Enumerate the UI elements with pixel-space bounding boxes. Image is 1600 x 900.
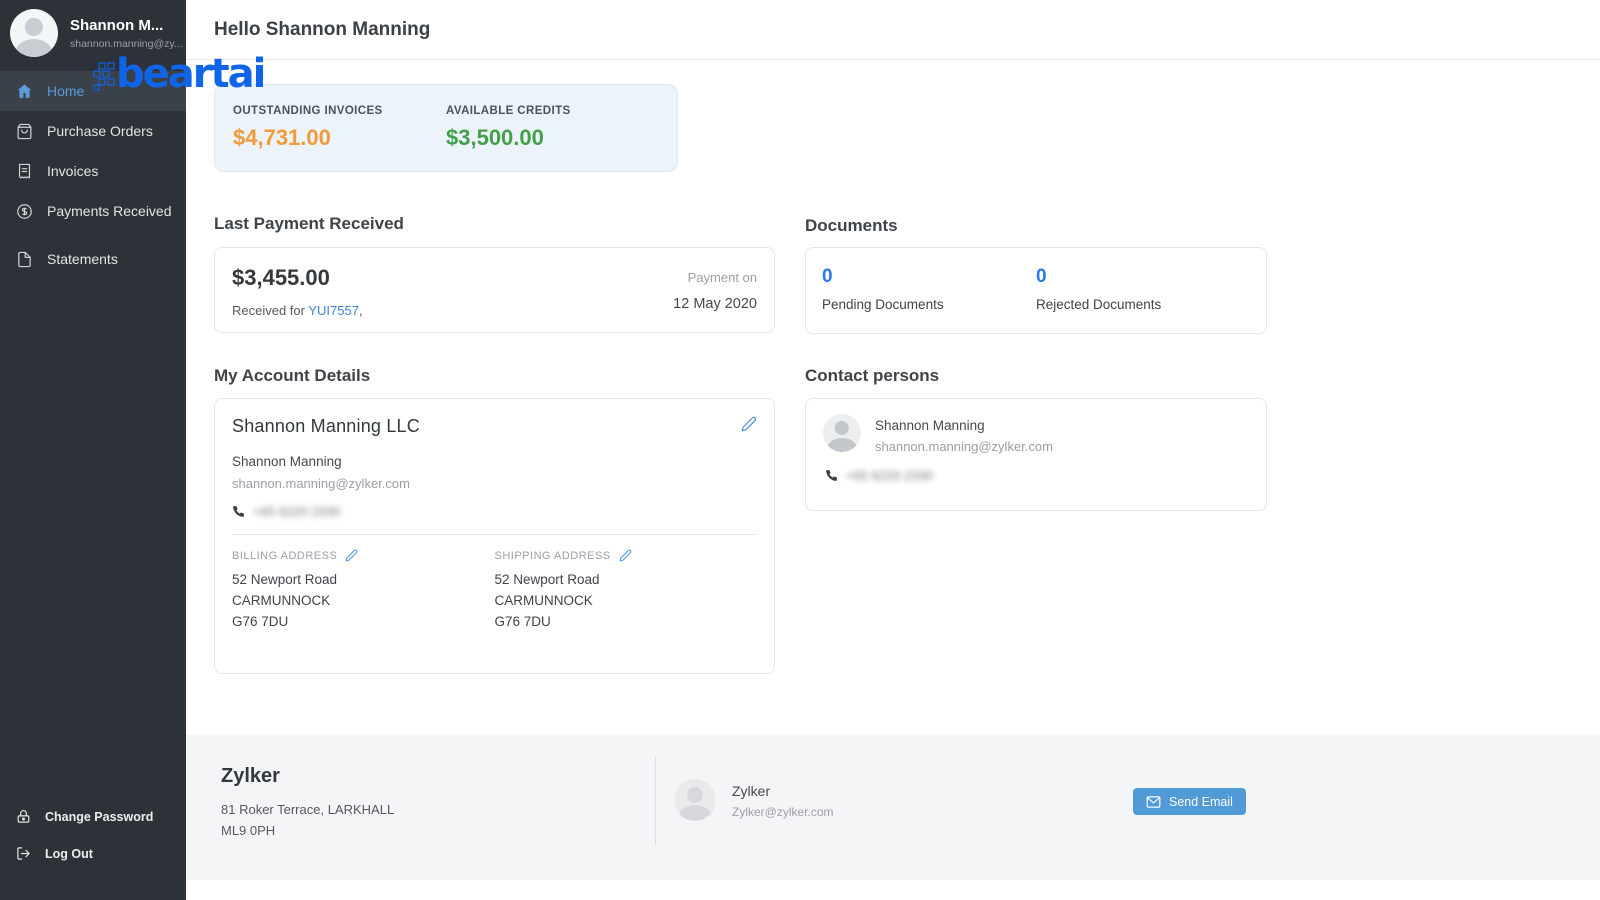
statements-file-icon (18, 251, 31, 267)
received-for-text: Received for (232, 303, 309, 318)
account-company-name: Shannon Manning LLC (232, 416, 420, 436)
billing-address-label: BILLING ADDRESS (232, 549, 338, 562)
divider (655, 757, 656, 845)
payment-reference-link[interactable]: YUI7557 (308, 303, 359, 318)
shipping-address-line: CARMUNNOCK (494, 592, 593, 608)
shipping-address-line: G76 7DU (494, 613, 551, 629)
received-for-suffix: , (358, 303, 363, 318)
profile-email: shannon.manning@zy... (70, 37, 183, 50)
profile-name: Shannon M... (70, 16, 164, 34)
customer-portal-page: Shannon M... shannon.manning@zy... Home … (0, 0, 1600, 900)
contact-phone-blurred: +65 6220 2330 (846, 468, 934, 483)
contact-person-email: shannon.manning@zylker.com (875, 439, 1053, 454)
payment-on-label: Payment on (687, 270, 757, 285)
rejected-documents-count[interactable]: 0 (1036, 266, 1250, 288)
logout-icon (17, 847, 30, 860)
sidebar-bottom: Change Password Log Out (0, 798, 186, 872)
org-contact-email: Zylker@zylker.com (732, 805, 834, 819)
edit-billing-pencil-icon[interactable] (345, 549, 358, 562)
sidebar: Shannon M... shannon.manning@zy... Home … (0, 0, 186, 900)
pending-documents-stat: 0 Pending Documents (822, 266, 1036, 315)
sidebar-item-label: Invoices (47, 163, 99, 179)
send-email-button[interactable]: Send Email (1133, 788, 1246, 815)
log-out-button[interactable]: Log Out (0, 835, 186, 872)
page-title: Hello Shannon Manning (214, 18, 431, 40)
user-avatar-icon (10, 9, 58, 57)
change-password-label: Change Password (45, 809, 154, 824)
org-avatar-icon (674, 779, 716, 821)
outstanding-invoices-value: $4,731.00 (233, 125, 331, 150)
sidebar-item-label: Statements (47, 251, 118, 267)
shipping-address-label: SHIPPING ADDRESS (494, 549, 611, 562)
account-section-title: My Account Details (214, 366, 371, 385)
sidebar-item-label: Payments Received (47, 203, 172, 219)
invoices-receipt-icon (18, 163, 31, 178)
contact-persons-card: Shannon Manning shannon.manning@zylker.c… (805, 398, 1267, 511)
edit-account-pencil-icon[interactable] (741, 416, 757, 432)
account-details-card: Shannon Manning LLC Shannon Manning shan… (214, 398, 775, 674)
payments-dollar-icon (17, 203, 32, 219)
sidebar-item-label: Home (47, 83, 85, 99)
pending-documents-count[interactable]: 0 (822, 266, 1036, 288)
phone-icon (826, 470, 837, 481)
log-out-label: Log Out (45, 846, 93, 861)
billing-address-line: G76 7DU (232, 613, 289, 629)
account-phone-blurred: +65 6220 2330 (253, 504, 341, 519)
billing-address-block: BILLING ADDRESS 52 Newport Road CARMUNNO… (232, 549, 495, 633)
topbar: Hello Shannon Manning (186, 0, 1600, 60)
rejected-documents-label: Rejected Documents (1036, 297, 1162, 312)
contact-person-name: Shannon Manning (875, 418, 985, 433)
contact-avatar-icon (823, 414, 861, 452)
sidebar-item-home[interactable]: Home (0, 71, 186, 111)
org-contact-block: Zylker Zylker@zylker.com (674, 779, 834, 821)
sidebar-item-label: Purchase Orders (47, 123, 153, 139)
sidebar-profile[interactable]: Shannon M... shannon.manning@zy... (0, 0, 186, 66)
outstanding-invoices-label: OUTSTANDING INVOICES (233, 105, 383, 117)
documents-section-title: Documents (805, 216, 898, 235)
shipping-address-line: 52 Newport Road (494, 572, 600, 587)
account-email: shannon.manning@zylker.com (232, 476, 410, 491)
sidebar-nav: Home Purchase Orders Invoices Payments R… (0, 71, 186, 279)
org-name: Zylker (221, 765, 280, 787)
sidebar-item-statements[interactable]: Statements (0, 239, 186, 279)
org-footer: Zylker 81 Roker Terrace, LARKHALL ML9 0P… (186, 735, 1600, 880)
home-icon (17, 83, 32, 98)
envelope-icon (1146, 795, 1161, 808)
summary-card: OUTSTANDING INVOICES $4,731.00 AVAILABLE… (214, 84, 678, 172)
last-payment-card: $3,455.00 Received for YUI7557, Payment … (214, 247, 775, 333)
shipping-address-block: SHIPPING ADDRESS 52 Newport Road CARMUNN… (495, 549, 758, 633)
change-password-button[interactable]: Change Password (0, 798, 186, 835)
outstanding-invoices-stat: OUTSTANDING INVOICES $4,731.00 (233, 105, 446, 151)
payment-date: 12 May 2020 (673, 296, 757, 312)
sidebar-item-invoices[interactable]: Invoices (0, 151, 186, 191)
last-payment-received-for: Received for YUI7557, (232, 303, 363, 318)
purchase-orders-bag-icon (17, 123, 32, 139)
billing-address-line: 52 Newport Road (232, 572, 338, 587)
pending-documents-label: Pending Documents (822, 297, 944, 312)
send-email-label: Send Email (1169, 794, 1233, 809)
contact-persons-section-title: Contact persons (805, 366, 940, 385)
org-address-line2: ML9 0PH (221, 822, 276, 838)
available-credits-value: $3,500.00 (446, 125, 544, 150)
org-address: 81 Roker Terrace, LARKHALL ML9 0PH (221, 800, 394, 842)
last-payment-section-title: Last Payment Received (214, 214, 404, 233)
last-payment-amount: $3,455.00 (232, 265, 330, 290)
org-address-line1: 81 Roker Terrace, LARKHALL (221, 802, 395, 817)
sidebar-item-purchase-orders[interactable]: Purchase Orders (0, 111, 186, 151)
phone-icon (233, 506, 244, 517)
divider (232, 534, 757, 535)
documents-card: 0 Pending Documents 0 Rejected Documents (805, 247, 1267, 334)
lock-icon (17, 810, 30, 823)
edit-shipping-pencil-icon[interactable] (619, 549, 632, 562)
org-contact-name: Zylker (732, 783, 771, 799)
sidebar-item-payments-received[interactable]: Payments Received (0, 191, 186, 231)
account-contact-name: Shannon Manning (232, 454, 342, 469)
billing-address-line: CARMUNNOCK (232, 592, 331, 608)
rejected-documents-stat: 0 Rejected Documents (1036, 266, 1250, 315)
available-credits-stat: AVAILABLE CREDITS $3,500.00 (446, 105, 659, 151)
available-credits-label: AVAILABLE CREDITS (446, 105, 571, 117)
